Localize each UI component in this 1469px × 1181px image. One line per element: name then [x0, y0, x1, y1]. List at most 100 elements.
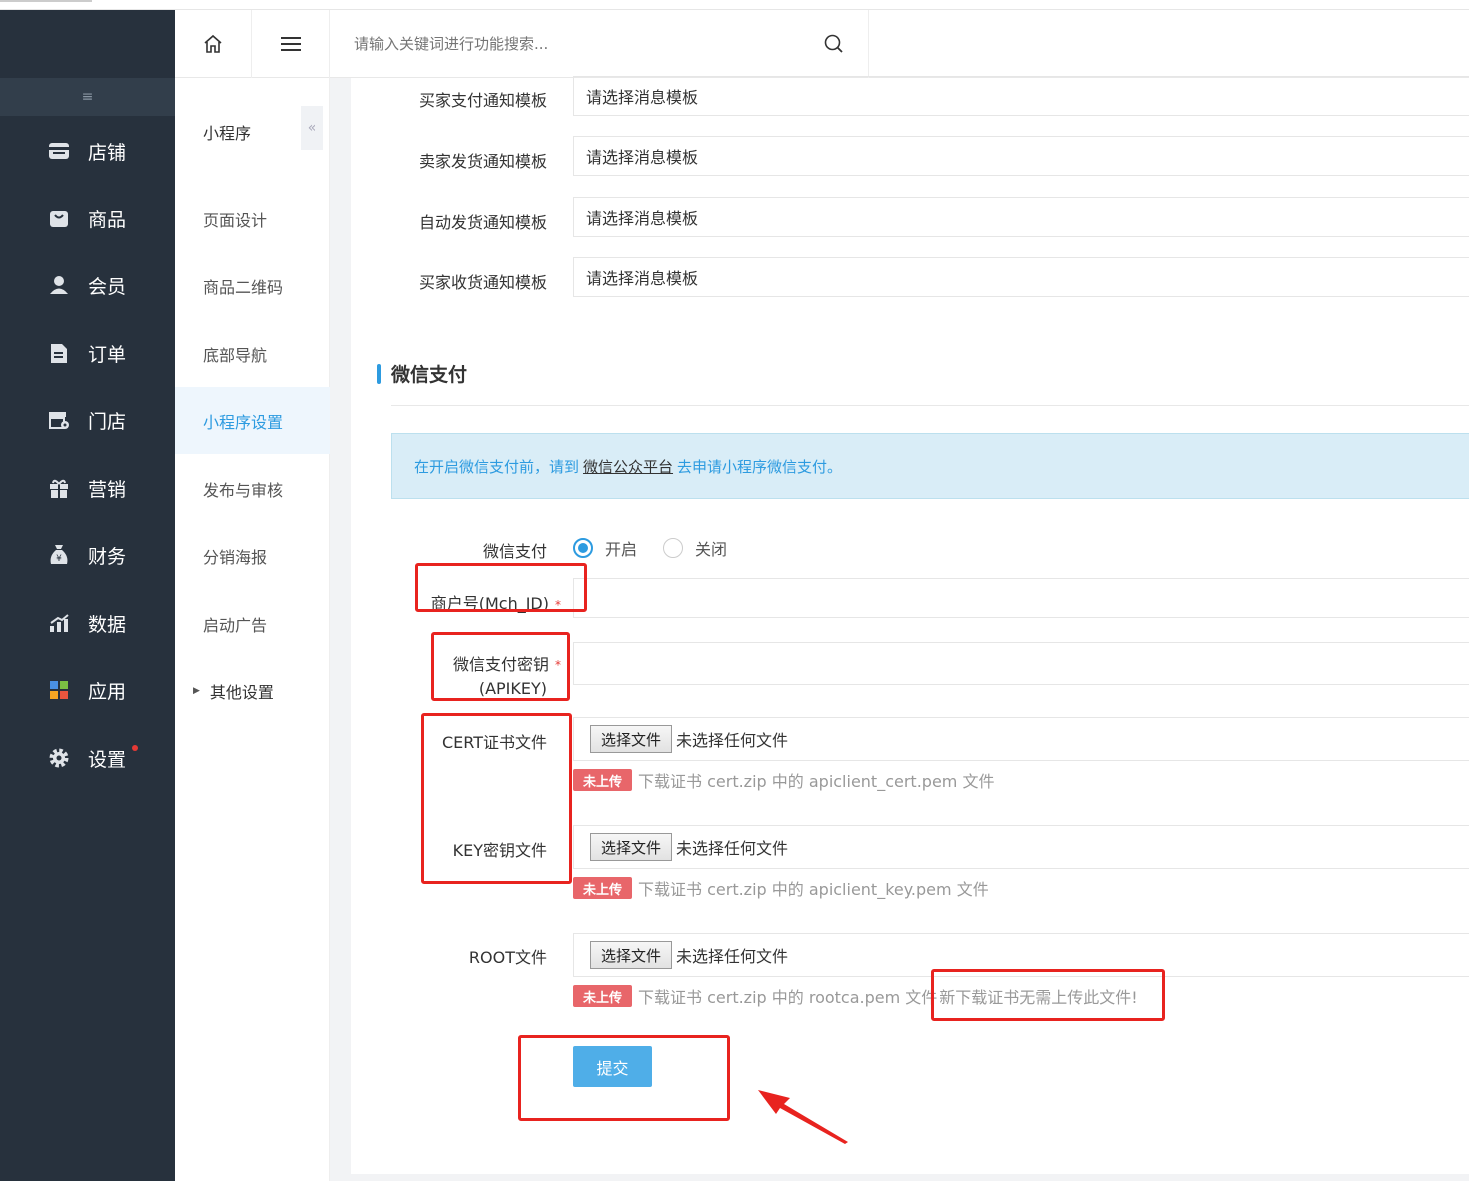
wechat-pay-label: 微信支付 [482, 542, 547, 561]
menu-toggle-button[interactable] [253, 10, 330, 78]
gear-icon [48, 747, 70, 769]
browser-tab-strip [0, 0, 1469, 10]
template-select[interactable]: 请选择消息模板 [573, 197, 1469, 237]
chart-icon [48, 612, 70, 634]
home-icon [204, 34, 222, 53]
function-search [330, 10, 869, 78]
sidebar-item-data[interactable]: 数据 [0, 603, 175, 643]
file-status: 未选择任何文件 [676, 839, 789, 858]
apikey-input[interactable] [573, 642, 1469, 685]
cert-file-label: CERT证书文件 [441, 733, 547, 752]
mch-id-input[interactable] [573, 578, 1469, 618]
mch-id-label-text: 商户号(Mch_ID) [430, 594, 549, 613]
subnav-item-publish[interactable]: 发布与审核 [175, 455, 330, 522]
subnav-title: 小程序 [203, 124, 252, 143]
collapse-menu-icon: ≡ [81, 89, 94, 105]
top-header [175, 10, 1469, 78]
not-uploaded-badge: 未上传 [573, 769, 633, 791]
submit-button[interactable]: 提交 [573, 1046, 652, 1087]
subnav-item-miniapp-settings[interactable]: 小程序设置 [175, 387, 330, 454]
choose-file-button[interactable]: 选择文件 [590, 941, 673, 969]
template-label: 自动发货通知模板 [418, 213, 547, 232]
key-file-label: KEY密钥文件 [452, 841, 547, 860]
sidebar-item-settings[interactable]: 设置 [0, 738, 175, 778]
key-file-input: 选择文件 未选择任何文件 [573, 825, 1469, 869]
not-uploaded-badge: 未上传 [573, 877, 633, 899]
alert-text-suffix: 去申请小程序微信支付。 [677, 457, 843, 476]
apikey-label-line2: (APIKEY) [478, 679, 547, 698]
logo-area [0, 10, 175, 78]
sidebar-item-shop[interactable]: 店铺 [0, 131, 175, 171]
sidebar-item-order[interactable]: 订单 [0, 333, 175, 373]
radio-circle-checked [573, 538, 593, 558]
apps-icon [48, 679, 70, 701]
subnav-fold-button[interactable]: « [301, 106, 323, 150]
subnav-item-qrcode[interactable]: 商品二维码 [175, 252, 330, 319]
apikey-label: 微信支付密钥 * (APIKEY) [453, 653, 561, 700]
apikey-label-line1: 微信支付密钥 [452, 655, 549, 674]
caret-right-icon: ▶ [193, 685, 200, 696]
subnav-item-bottom-nav[interactable]: 底部导航 [175, 320, 330, 387]
sidebar-item-label: 门店 [88, 410, 127, 433]
template-select[interactable]: 请选择消息模板 [573, 136, 1469, 176]
sidebar-item-label: 会员 [88, 275, 127, 298]
main-sidebar: ≡ 店铺 商品 会员 订单 门店 营销 ¥ 财务 数据 应用 设置 [0, 10, 175, 1181]
sub-navigation: 小程序 « 页面设计 商品二维码 底部导航 小程序设置 发布与审核 分销海报 启… [175, 78, 330, 1181]
subnav-item-poster[interactable]: 分销海报 [175, 522, 330, 589]
document-icon [48, 342, 70, 364]
search-icon[interactable] [824, 34, 844, 54]
mch-id-label: 商户号(Mch_ID) * [431, 590, 561, 614]
sidebar-item-label: 应用 [88, 680, 127, 703]
hint-text: 下载证书 cert.zip 中的 rootca.pem 文件 [638, 988, 938, 1007]
sidebar-item-marketing[interactable]: 营销 [0, 468, 175, 508]
cert-file-input: 选择文件 未选择任何文件 [573, 717, 1469, 761]
shop-icon [48, 140, 70, 162]
root-file-input: 选择文件 未选择任何文件 [573, 933, 1469, 977]
key-file-hint: 未上传 下载证书 cert.zip 中的 apiclient_key.pem 文… [573, 876, 989, 900]
file-status: 未选择任何文件 [676, 731, 789, 750]
sidebar-item-store[interactable]: 门店 [0, 400, 175, 440]
bag-icon [48, 207, 70, 229]
wechat-pay-on-radio[interactable]: 开启 [573, 536, 637, 560]
info-alert: 在开启微信支付前，请到 微信公众平台 去申请小程序微信支付。 [391, 433, 1469, 499]
radio-label: 开启 [605, 540, 638, 559]
subnav-item-launch-ad[interactable]: 启动广告 [175, 590, 330, 657]
gift-icon [48, 477, 70, 499]
alert-text-prefix: 在开启微信支付前，请到 [414, 457, 580, 476]
wechat-pay-off-radio[interactable]: 关闭 [663, 536, 727, 560]
template-label: 买家支付通知模板 [418, 91, 547, 110]
home-button[interactable] [175, 10, 252, 78]
sidebar-item-label: 财务 [88, 545, 127, 568]
template-label: 卖家发货通知模板 [418, 152, 547, 171]
search-input[interactable] [354, 35, 814, 53]
sidebar-item-label: 订单 [88, 343, 127, 366]
store-settings-icon [48, 409, 70, 431]
wechat-platform-link[interactable]: 微信公众平台 [583, 456, 673, 477]
sidebar-collapse-button[interactable]: ≡ [0, 78, 175, 116]
section-title-text: 微信支付 [391, 364, 468, 386]
sidebar-item-label: 营销 [88, 478, 127, 501]
not-uploaded-badge: 未上传 [573, 985, 633, 1007]
root-file-hint: 未上传 下载证书 cert.zip 中的 rootca.pem 文件 新下载证书… [573, 984, 1138, 1008]
user-icon [48, 274, 70, 296]
template-select[interactable]: 请选择消息模板 [573, 257, 1469, 297]
subnav-item-other-settings[interactable]: ▶ 其他设置 [175, 657, 330, 724]
choose-file-button[interactable]: 选择文件 [590, 725, 673, 753]
svg-text:¥: ¥ [56, 554, 62, 564]
sidebar-item-goods[interactable]: 商品 [0, 198, 175, 238]
template-label: 买家收货通知模板 [418, 273, 547, 292]
subnav-item-page-design[interactable]: 页面设计 [175, 185, 330, 252]
sidebar-item-apps[interactable]: 应用 [0, 670, 175, 710]
sidebar-item-label: 店铺 [88, 141, 127, 164]
template-select[interactable]: 请选择消息模板 [573, 76, 1469, 116]
settings-form: 买家支付通知模板 请选择消息模板 卖家发货通知模板 请选择消息模板 自动发货通知… [351, 76, 1469, 1174]
required-mark: * [555, 658, 561, 672]
choose-file-button[interactable]: 选择文件 [590, 833, 673, 861]
sidebar-item-finance[interactable]: ¥ 财务 [0, 535, 175, 575]
sidebar-item-member[interactable]: 会员 [0, 265, 175, 305]
hint-text: 下载证书 cert.zip 中的 apiclient_key.pem 文件 [638, 880, 989, 899]
root-file-label: ROOT文件 [468, 948, 547, 967]
sidebar-item-label: 设置 [88, 748, 127, 771]
radio-circle [663, 538, 683, 558]
sidebar-item-label: 商品 [88, 208, 127, 231]
